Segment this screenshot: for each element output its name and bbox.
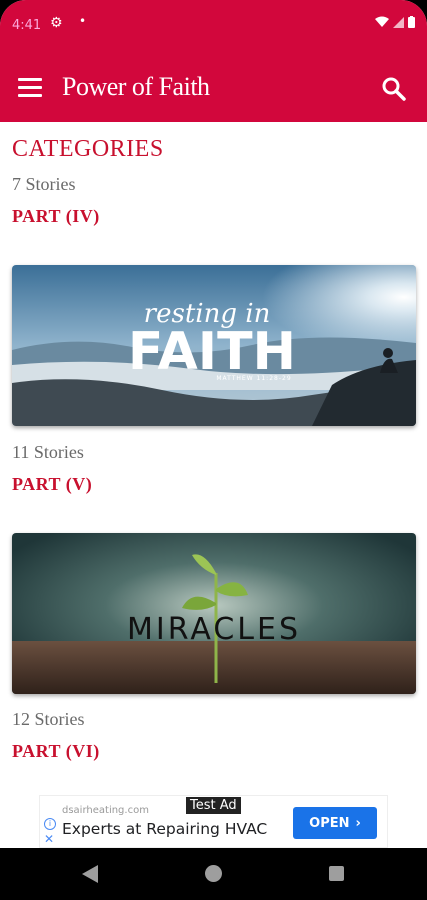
notification-dot-icon: • <box>79 14 87 28</box>
category-card-faith[interactable]: resting in FAITH MATTHEW 11:28-29 <box>12 265 416 426</box>
ad-tag: Test Ad <box>186 797 241 814</box>
back-icon[interactable] <box>82 865 98 883</box>
home-icon[interactable] <box>205 865 222 882</box>
part-title[interactable]: PART (VI) <box>12 741 100 762</box>
image-headline: FAITH <box>128 322 296 382</box>
image-headline: MIRACLES <box>127 612 301 647</box>
story-count: 7 Stories <box>12 174 76 194</box>
ad-open-button[interactable]: OPEN › <box>293 807 377 839</box>
battery-icon <box>408 16 415 28</box>
category-card-miracles[interactable]: MIRACLES <box>12 533 416 694</box>
wifi-icon <box>375 16 389 27</box>
recents-icon[interactable] <box>329 866 344 881</box>
status-time: 4:41 <box>12 18 42 33</box>
status-bar: 4:41 ⚙ • <box>0 0 427 54</box>
ad-close-icon[interactable]: ✕ <box>44 832 54 846</box>
category-list: CATEGORIES 7 Stories PART (IV) resting i… <box>0 122 427 848</box>
story-count: 11 Stories <box>12 442 84 462</box>
miracles-cover-image: MIRACLES <box>12 533 416 694</box>
image-subtext: MATTHEW 11:28-29 <box>216 375 291 382</box>
chevron-right-icon: › <box>355 815 361 831</box>
app-bar: Power of Faith <box>0 54 427 122</box>
ad-banner[interactable]: dsairheating.com Test Ad i ✕ Experts at … <box>39 795 388 848</box>
ad-headline: Experts at Repairing HVAC <box>62 820 268 838</box>
app-title: Power of Faith <box>62 72 210 101</box>
faith-cover-image: resting in FAITH MATTHEW 11:28-29 <box>12 265 416 426</box>
part-title[interactable]: PART (V) <box>12 474 92 495</box>
ad-open-label: OPEN <box>309 815 350 831</box>
menu-icon[interactable] <box>18 78 42 98</box>
system-nav-bar <box>0 848 427 900</box>
cell-signal-icon <box>393 16 404 28</box>
section-title: CATEGORIES <box>12 136 164 162</box>
ad-domain: dsairheating.com <box>62 805 149 816</box>
story-count: 12 Stories <box>12 709 85 729</box>
part-title[interactable]: PART (IV) <box>12 206 100 227</box>
settings-notification-icon: ⚙ <box>50 15 63 31</box>
status-icons <box>375 16 415 28</box>
search-icon[interactable] <box>381 76 407 102</box>
app-screen: 4:41 ⚙ • Power of Faith CATEGORIES 7 Sto… <box>0 0 427 900</box>
ad-info-icon[interactable]: i <box>44 818 56 830</box>
